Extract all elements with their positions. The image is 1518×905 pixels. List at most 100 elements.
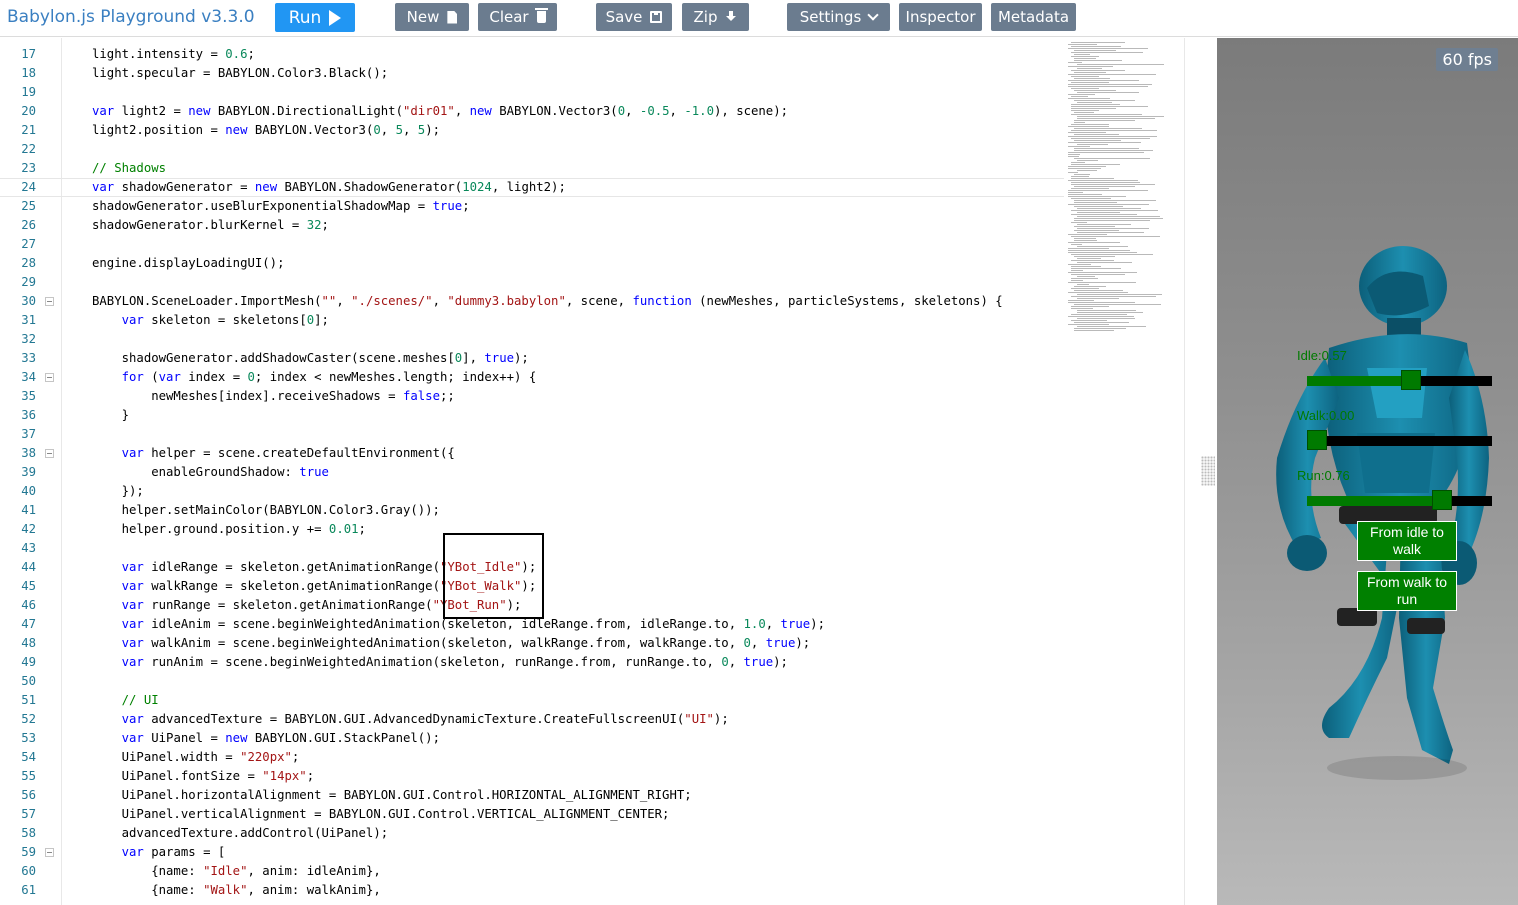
line-number: 47 <box>21 617 36 631</box>
minimap-line <box>1071 46 1121 47</box>
minimap-line <box>1068 316 1134 317</box>
code-text: shadowGenerator.blurKernel = 32; <box>92 218 329 232</box>
code-line[interactable]: 54 UiPanel.width = "220px"; <box>0 748 1064 767</box>
download-icon <box>725 11 737 23</box>
code-line[interactable]: 19 <box>0 83 1064 102</box>
code-line[interactable]: 52 var advancedTexture = BABYLON.GUI.Adv… <box>0 710 1064 729</box>
code-line[interactable]: 59 var params = [ <box>0 843 1064 862</box>
code-line[interactable]: 48 var walkAnim = scene.beginWeightedAni… <box>0 634 1064 653</box>
clear-button[interactable]: Clear <box>478 3 557 31</box>
code-line[interactable]: 25 shadowGenerator.useBlurExponentialShad… <box>0 197 1064 216</box>
minimap-line <box>1074 240 1097 241</box>
code-line[interactable]: 32 <box>0 330 1064 349</box>
idle-to-walk-button[interactable]: From idle to walk <box>1357 521 1457 561</box>
code-line[interactable]: 34 for (var index = 0; index < newMeshes… <box>0 368 1064 387</box>
new-button[interactable]: New <box>395 3 469 31</box>
minimap-line <box>1068 172 1078 173</box>
minimap-line <box>1068 282 1136 283</box>
splitter-grip-icon[interactable] <box>1201 456 1215 486</box>
code-line[interactable]: 39 enableGroundShadow: true <box>0 463 1064 482</box>
code-line[interactable]: 28 engine.displayLoadingUI(); <box>0 254 1064 273</box>
code-line[interactable]: 30 BABYLON.SceneLoader.ImportMesh("", "./… <box>0 292 1064 311</box>
minimap-line <box>1074 186 1135 187</box>
settings-button[interactable]: Settings <box>787 3 890 31</box>
walk-weight-slider[interactable] <box>1307 430 1492 450</box>
render-canvas[interactable]: 60 fps Idle:0.57 Walk:0.00 Run:0.76 From… <box>1217 38 1518 905</box>
run-slider-fill <box>1307 496 1443 506</box>
code-line[interactable]: 49 var runAnim = scene.beginWeightedAnim… <box>0 653 1064 672</box>
code-line[interactable]: 37 <box>0 425 1064 444</box>
save-button[interactable]: Save <box>596 3 672 31</box>
run-weight-slider[interactable] <box>1307 490 1492 510</box>
minimap-line <box>1074 206 1123 207</box>
code-line[interactable]: 24 var shadowGenerator = new BABYLON.Shad… <box>0 178 1064 197</box>
idle-weight-slider[interactable] <box>1307 370 1492 390</box>
code-text: // Shadows <box>92 161 167 175</box>
code-line[interactable]: 51 // UI <box>0 691 1064 710</box>
code-line[interactable]: 20 var light2 = new BABYLON.DirectionalLi… <box>0 102 1064 121</box>
run-button[interactable]: Run <box>275 3 355 32</box>
code-line[interactable]: 53 var UiPanel = new BABYLON.GUI.StackPa… <box>0 729 1064 748</box>
inspector-button[interactable]: Inspector <box>899 3 982 31</box>
code-line[interactable]: 31 var skeleton = skeletons[0]; <box>0 311 1064 330</box>
line-number: 36 <box>21 408 36 422</box>
code-text: {name: "Walk", anim: walkAnim}, <box>92 883 381 897</box>
code-line[interactable]: 18 light.specular = BABYLON.Color3.Black(… <box>0 64 1064 83</box>
code-line[interactable]: 23 // Shadows <box>0 159 1064 178</box>
metadata-button[interactable]: Metadata <box>991 3 1076 31</box>
code-line[interactable]: 58 advancedTexture.addControl(UiPanel); <box>0 824 1064 843</box>
fold-toggle-icon[interactable] <box>45 848 54 857</box>
code-minimap[interactable] <box>1066 38 1184 338</box>
code-line[interactable]: 56 UiPanel.horizontalAlignment = BABYLON… <box>0 786 1064 805</box>
code-line[interactable]: 41 helper.setMainColor(BABYLON.Color3.Gr… <box>0 501 1064 520</box>
code-line[interactable]: 60 {name: "Idle", anim: idleAnim}, <box>0 862 1064 881</box>
code-line[interactable]: 17 light.intensity = 0.6; <box>0 45 1064 64</box>
run-slider-thumb[interactable] <box>1432 490 1453 510</box>
minimap-line <box>1074 158 1150 159</box>
code-line[interactable]: 36 } <box>0 406 1064 425</box>
code-editor[interactable]: 17 light.intensity = 0.6; 18 light.specular… <box>0 38 1184 905</box>
fold-toggle-icon[interactable] <box>45 449 54 458</box>
fold-toggle-icon[interactable] <box>45 297 54 306</box>
code-line[interactable]: 22 <box>0 140 1064 159</box>
minimap-line <box>1071 108 1116 109</box>
code-line[interactable]: 38 var helper = scene.createDefaultEnvir… <box>0 444 1064 463</box>
code-line[interactable]: 55 UiPanel.fontSize = "14px"; <box>0 767 1064 786</box>
code-line[interactable]: 61 {name: "Walk", anim: walkAnim}, <box>0 881 1064 900</box>
code-line[interactable]: 57 UiPanel.verticalAlignment = BABYLON.G… <box>0 805 1064 824</box>
code-line[interactable]: 26 shadowGenerator.blurKernel = 32; <box>0 216 1064 235</box>
annotation-highlight-box <box>443 533 544 619</box>
minimap-line <box>1071 314 1127 315</box>
minimap-line <box>1068 126 1109 127</box>
minimap-line <box>1074 286 1106 287</box>
minimap-line <box>1074 202 1117 203</box>
code-line[interactable]: 35 newMeshes[index].receiveShadows = fal… <box>0 387 1064 406</box>
code-text: helper.setMainColor(BABYLON.Color3.Gray(… <box>92 503 440 517</box>
code-text: }); <box>92 484 144 498</box>
minimap-line <box>1071 268 1121 269</box>
metadata-label: Metadata <box>997 8 1070 26</box>
walk-slider-thumb[interactable] <box>1307 430 1327 450</box>
code-line[interactable]: 21 light2.position = new BABYLON.Vector3(… <box>0 121 1064 140</box>
code-line[interactable]: 33 shadowGenerator.addShadowCaster(scene… <box>0 349 1064 368</box>
line-number: 58 <box>21 826 36 840</box>
fold-toggle-icon[interactable] <box>45 373 54 382</box>
minimap-line <box>1071 138 1150 139</box>
code-line[interactable]: 29 <box>0 273 1064 292</box>
minimap-line <box>1074 226 1115 227</box>
code-line[interactable]: 27 <box>0 235 1064 254</box>
zip-button[interactable]: Zip <box>682 3 749 31</box>
minimap-line <box>1071 114 1142 115</box>
minimap-line <box>1074 112 1094 113</box>
minimap-line <box>1068 86 1148 87</box>
code-line[interactable]: 40 }); <box>0 482 1064 501</box>
line-number: 55 <box>21 769 36 783</box>
code-text: } <box>92 408 130 422</box>
walk-to-run-button[interactable]: From walk to run <box>1357 571 1457 611</box>
line-number: 34 <box>21 370 36 384</box>
minimap-line <box>1071 188 1109 189</box>
minimap-line <box>1068 142 1141 143</box>
line-number: 29 <box>21 275 36 289</box>
idle-slider-thumb[interactable] <box>1401 370 1422 390</box>
code-line[interactable]: 50 <box>0 672 1064 691</box>
